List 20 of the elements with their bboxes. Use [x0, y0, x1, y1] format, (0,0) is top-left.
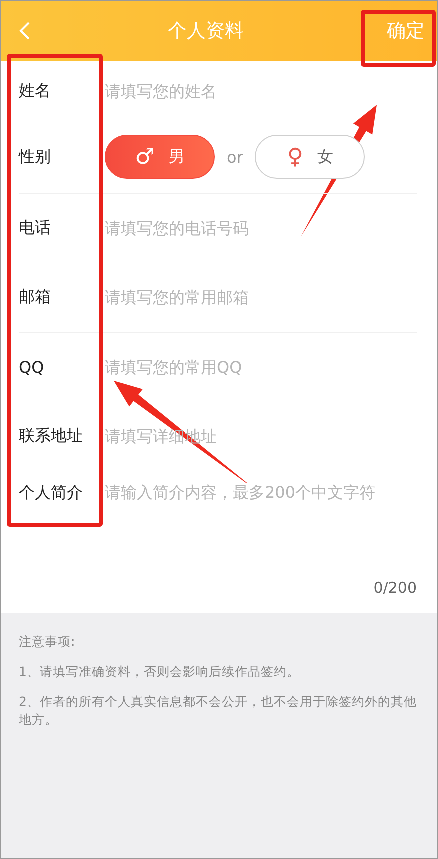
field-label: 姓名: [19, 80, 52, 102]
field-label: 邮箱: [19, 287, 52, 308]
field-label: 个人简介: [19, 483, 84, 504]
input-field[interactable]: 请填写您的常用QQ: [105, 358, 405, 377]
field-label: 电话: [19, 218, 52, 239]
input-field[interactable]: 请填写您的电话号码: [105, 219, 405, 238]
or-text: or: [227, 148, 244, 166]
note-text: 2、作者的所有个人真实信息都不会公开，也不会用于除签约外的其他地方。: [19, 693, 417, 729]
page-title: 个人资料: [168, 19, 244, 44]
notes-title: 注意事项:: [19, 633, 76, 651]
confirm-button[interactable]: 确定: [377, 11, 437, 51]
gender-option[interactable]: ♀ 女: [255, 135, 366, 179]
field-label: 联系地址: [19, 426, 84, 447]
field-label: QQ: [19, 358, 46, 377]
field-label: 性别: [19, 146, 52, 168]
note-text: 1、请填写准确资料，否则会影响后续作品签约。: [19, 663, 301, 681]
gender-option[interactable]: ♂ 男: [105, 135, 215, 179]
char-counter: 0/200: [374, 579, 417, 597]
input-field[interactable]: 请填写您的姓名: [105, 82, 405, 100]
input-field[interactable]: 请填写您的常用邮箱: [105, 288, 405, 307]
